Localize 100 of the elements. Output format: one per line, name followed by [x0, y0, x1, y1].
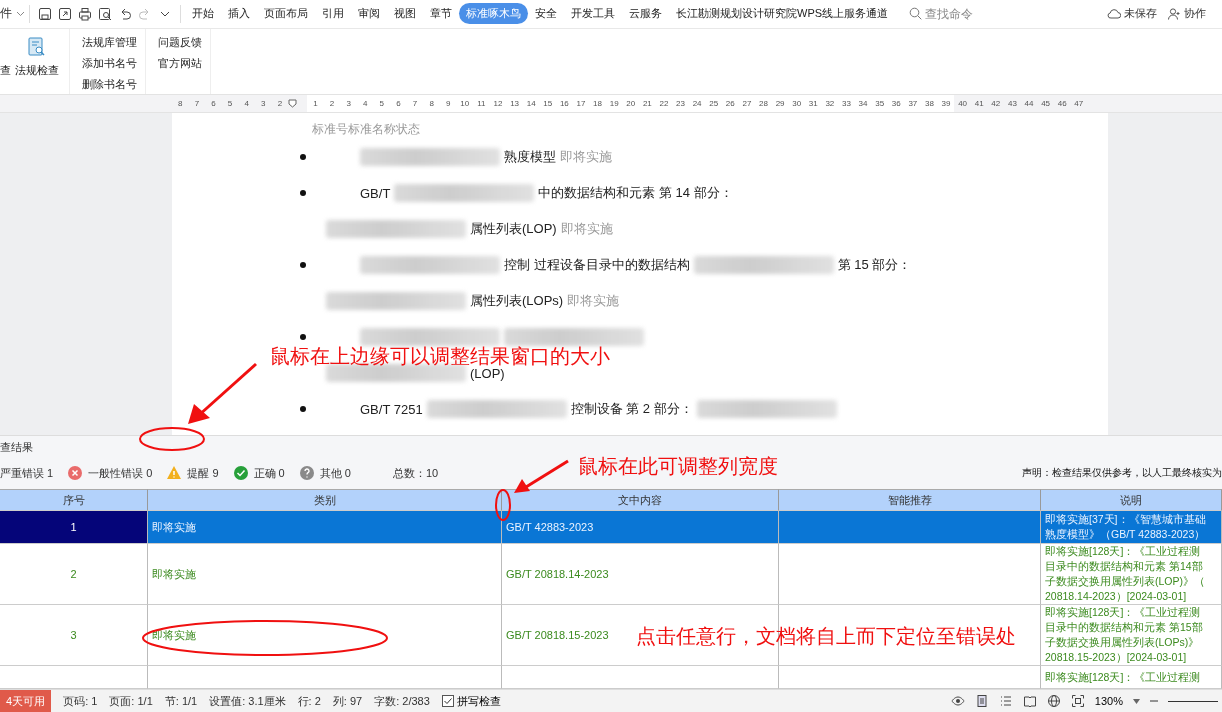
export-icon[interactable] — [58, 6, 72, 21]
ruler-number: 42 — [990, 99, 1002, 109]
ruler-number: 2 — [276, 99, 284, 109]
table-cell: 即将实施 — [148, 511, 502, 545]
zoom-level[interactable]: 130% — [1094, 695, 1123, 708]
document-text: 控制设备 第 2 部分： — [570, 400, 693, 419]
annotation-text: 鼠标在上边缘可以调整结果窗口的大小 — [270, 346, 610, 366]
annotation-text: 鼠标在此可调整列宽度 — [578, 456, 778, 476]
table-cell[interactable]: 3 — [0, 605, 148, 667]
menu-tab[interactable]: 章节 — [423, 3, 459, 25]
ruler-number: 16 — [558, 99, 570, 109]
ruler-number: 41 — [973, 99, 985, 109]
toolbar-button[interactable]: 未保存 — [1107, 6, 1157, 22]
column-header[interactable]: 文中内容 — [502, 489, 779, 512]
menu-tab[interactable]: 页面布局 — [257, 3, 315, 25]
ribbon-button[interactable]: 官方网站 — [158, 53, 202, 73]
document-text: 控制 过程设备目录中的数据结构 — [504, 256, 690, 275]
file-menu[interactable]: 件 — [0, 5, 29, 23]
regulation-check-button[interactable]: 法规检查 — [13, 32, 61, 95]
document-text: (LOP) — [470, 365, 505, 381]
table-cell[interactable]: 2 — [0, 544, 148, 606]
print-icon[interactable] — [78, 6, 92, 21]
ruler-number: 3 — [260, 99, 267, 109]
page-view-icon[interactable] — [974, 694, 989, 709]
panel-title: 查结果 — [0, 439, 33, 455]
ruler-number: 7 — [411, 99, 419, 109]
menu-tab[interactable]: 开发工具 — [564, 3, 622, 25]
annotation-text: 点击任意行，文档将自上而下定位至错误处 — [636, 626, 1016, 646]
table-cell: 即将实施[128天]：《工业过程测 目录中的数据结构和元素 第15部 子数据交换用属性列表(LOPs)》 20818.15-2023）[2024-03-01] — [1041, 605, 1222, 667]
status-field: 页码: 1 — [63, 693, 98, 709]
ruler-number: 1 — [312, 99, 319, 109]
menu-tab[interactable]: 插入 — [221, 3, 257, 25]
toolbar-button[interactable]: 协作 — [1167, 6, 1206, 22]
filter-item[interactable]: 提醒 9 — [166, 465, 219, 482]
ruler-number: 47 — [1073, 99, 1085, 109]
ruler-number: 6 — [210, 99, 217, 109]
ribbon-button[interactable]: 问题反馈 — [158, 32, 202, 52]
ruler-number: 30 — [791, 99, 803, 109]
column-header[interactable]: 说明 — [1041, 489, 1222, 512]
ruler-number: 25 — [708, 99, 720, 109]
ruler-number: 5 — [226, 99, 234, 109]
status-field: 设置值: 3.1厘米 — [209, 693, 286, 709]
table-cell: 即将实施[128天]：《工业过程测 目录中的数据结构和元素 第14部 子数据交换用属性列表(LOP)》（ 20818.14-2023）[2024-03-01] — [1041, 544, 1222, 606]
menu-tab[interactable]: 引用 — [315, 3, 351, 25]
ruler-number: 36 — [890, 99, 902, 109]
error-icon — [67, 465, 84, 482]
eye-icon[interactable] — [950, 694, 965, 709]
ribbon-button[interactable]: 查 — [0, 62, 11, 78]
ruler-number: 26 — [724, 99, 736, 109]
ellipse-annotation — [138, 426, 206, 452]
chevron-down-icon[interactable] — [1133, 698, 1140, 704]
arrow-drawing — [186, 362, 258, 426]
save-icon[interactable] — [38, 6, 52, 21]
menu-tab[interactable]: 长江勘测规划设计研究院WPS线上服务通道 — [669, 3, 896, 25]
ruler-number: 15 — [542, 99, 554, 109]
ribbon-button[interactable]: 添加书名号 — [82, 53, 137, 73]
filter-item[interactable]: 一般性错误 0 — [67, 465, 153, 482]
menu-tab[interactable]: 视图 — [387, 3, 423, 25]
book-icon[interactable] — [1022, 694, 1037, 709]
document-text: GB/T — [360, 185, 391, 201]
ruler-number: 31 — [807, 99, 819, 109]
ribbon-button[interactable]: 法规库管理 — [82, 32, 137, 52]
menu-tab[interactable]: 云服务 — [622, 3, 669, 25]
search-icon — [909, 7, 923, 21]
menu-tab[interactable]: 安全 — [528, 3, 564, 25]
arrow-drawing — [512, 459, 570, 495]
column-header[interactable]: 序号 — [0, 489, 148, 512]
status-field: 节: 1/1 — [164, 693, 198, 709]
table-cell: 即将实施 — [148, 544, 502, 606]
ellipse-annotation — [494, 488, 512, 522]
fit-icon[interactable] — [1070, 694, 1085, 709]
disclaimer-text: 声明：检查结果仅供参考，以人工最终核实为 — [1022, 466, 1222, 480]
ruler-number: 33 — [841, 99, 852, 109]
spell-check-button[interactable]: 拼写检查 — [441, 693, 501, 709]
ruler-number: 28 — [758, 99, 769, 109]
person-add-icon — [1167, 6, 1181, 21]
column-header[interactable]: 智能推荐 — [779, 489, 1041, 512]
ruler-number: 7 — [193, 99, 201, 109]
ruler-number: 23 — [675, 99, 686, 109]
preview-icon[interactable] — [98, 6, 112, 21]
table-cell[interactable]: 1 — [0, 511, 148, 545]
menu-tab[interactable]: 开始 — [185, 3, 221, 25]
status-text: 即将实施 — [567, 292, 620, 311]
ruler-number: 4 — [243, 99, 250, 109]
ruler-number: 44 — [1023, 99, 1035, 109]
filter-item[interactable]: 严重错误 1 — [0, 465, 54, 481]
ribbon-button[interactable]: 删除书名号 — [82, 74, 137, 94]
ruler-number: 24 — [691, 99, 703, 109]
indent-marker-icon[interactable] — [288, 98, 298, 109]
filter-item[interactable]: 正确 0 — [232, 465, 285, 482]
ruler-number: 29 — [774, 99, 786, 109]
document-text: 属性列表(LOPs) — [470, 292, 564, 311]
column-header[interactable]: 类别 — [148, 489, 502, 512]
trial-badge[interactable]: 4天可用 — [0, 690, 52, 712]
ruler-number: 32 — [824, 99, 836, 109]
ruler-number: 38 — [923, 99, 935, 109]
globe-icon[interactable] — [1046, 694, 1061, 709]
filter-item[interactable]: 其他 0 — [298, 465, 351, 482]
status-text: 即将实施 — [560, 220, 613, 239]
menu-tab[interactable]: 审阅 — [351, 3, 387, 25]
